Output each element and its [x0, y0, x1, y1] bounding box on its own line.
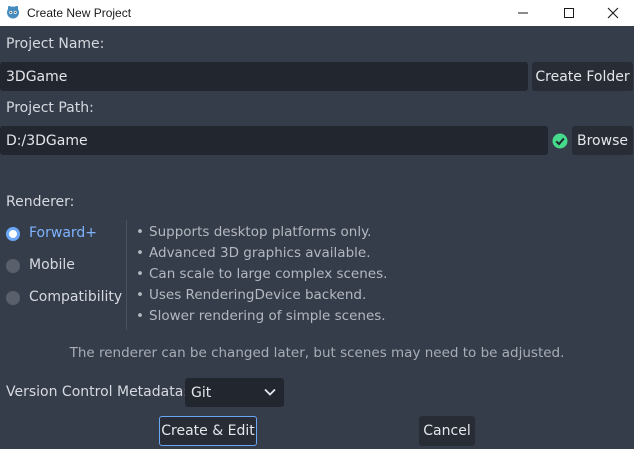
renderer-feature-list: • Supports desktop platforms only. • Advan…	[136, 224, 387, 329]
vcs-select[interactable]: Git	[185, 378, 284, 407]
feature-item: • Advanced 3D graphics available.	[136, 245, 371, 261]
maximize-button[interactable]	[546, 0, 592, 26]
renderer-option-label: Forward+	[29, 225, 98, 241]
minimize-button[interactable]	[500, 0, 546, 26]
renderer-option-label: Compatibility	[29, 289, 123, 305]
project-name-label: Project Name:	[6, 36, 105, 52]
minimize-icon	[518, 12, 528, 14]
check-circle-icon	[552, 133, 568, 149]
project-name-input[interactable]: 3DGame	[0, 62, 528, 91]
project-path-input[interactable]: D:/3DGame	[0, 126, 548, 155]
create-folder-button[interactable]: Create Folder	[532, 62, 633, 91]
vcs-label: Version Control Metadata:	[6, 384, 188, 400]
create-and-edit-label: Create & Edit	[161, 423, 255, 439]
radio-button[interactable]	[6, 259, 20, 273]
renderer-divider	[126, 220, 127, 330]
cancel-label: Cancel	[423, 423, 471, 439]
close-button[interactable]	[590, 0, 634, 26]
renderer-option-label: Mobile	[29, 257, 75, 273]
project-path-label: Project Path:	[6, 100, 94, 116]
project-path-value: D:/3DGame	[6, 132, 88, 149]
radio-button[interactable]	[6, 227, 20, 241]
create-project-dialog: Create New Project Project Name: 3DGame …	[0, 0, 634, 449]
feature-item: • Slower rendering of simple scenes.	[136, 308, 386, 324]
radio-button[interactable]	[6, 291, 20, 305]
vcs-selected-value: Git	[191, 384, 212, 401]
maximize-icon	[564, 8, 574, 18]
browse-label: Browse	[577, 132, 628, 149]
feature-item: • Supports desktop platforms only.	[136, 224, 372, 240]
project-name-value: 3DGame	[6, 68, 68, 85]
godot-logo-icon	[7, 6, 19, 19]
feature-item: • Can scale to large complex scenes.	[136, 266, 388, 282]
window-title: Create New Project	[27, 6, 132, 20]
chevron-down-icon	[264, 388, 276, 396]
browse-button[interactable]: Browse	[572, 126, 633, 155]
title-bar[interactable]: Create New Project	[0, 0, 634, 26]
renderer-change-notice: The renderer can be changed later, but s…	[69, 345, 565, 361]
close-icon	[607, 7, 619, 19]
create-and-edit-button[interactable]: Create & Edit	[159, 416, 257, 446]
create-folder-label: Create Folder	[535, 68, 630, 85]
feature-item: • Uses RenderingDevice backend.	[136, 287, 367, 303]
renderer-label: Renderer:	[6, 194, 75, 210]
cancel-button[interactable]: Cancel	[419, 416, 475, 446]
